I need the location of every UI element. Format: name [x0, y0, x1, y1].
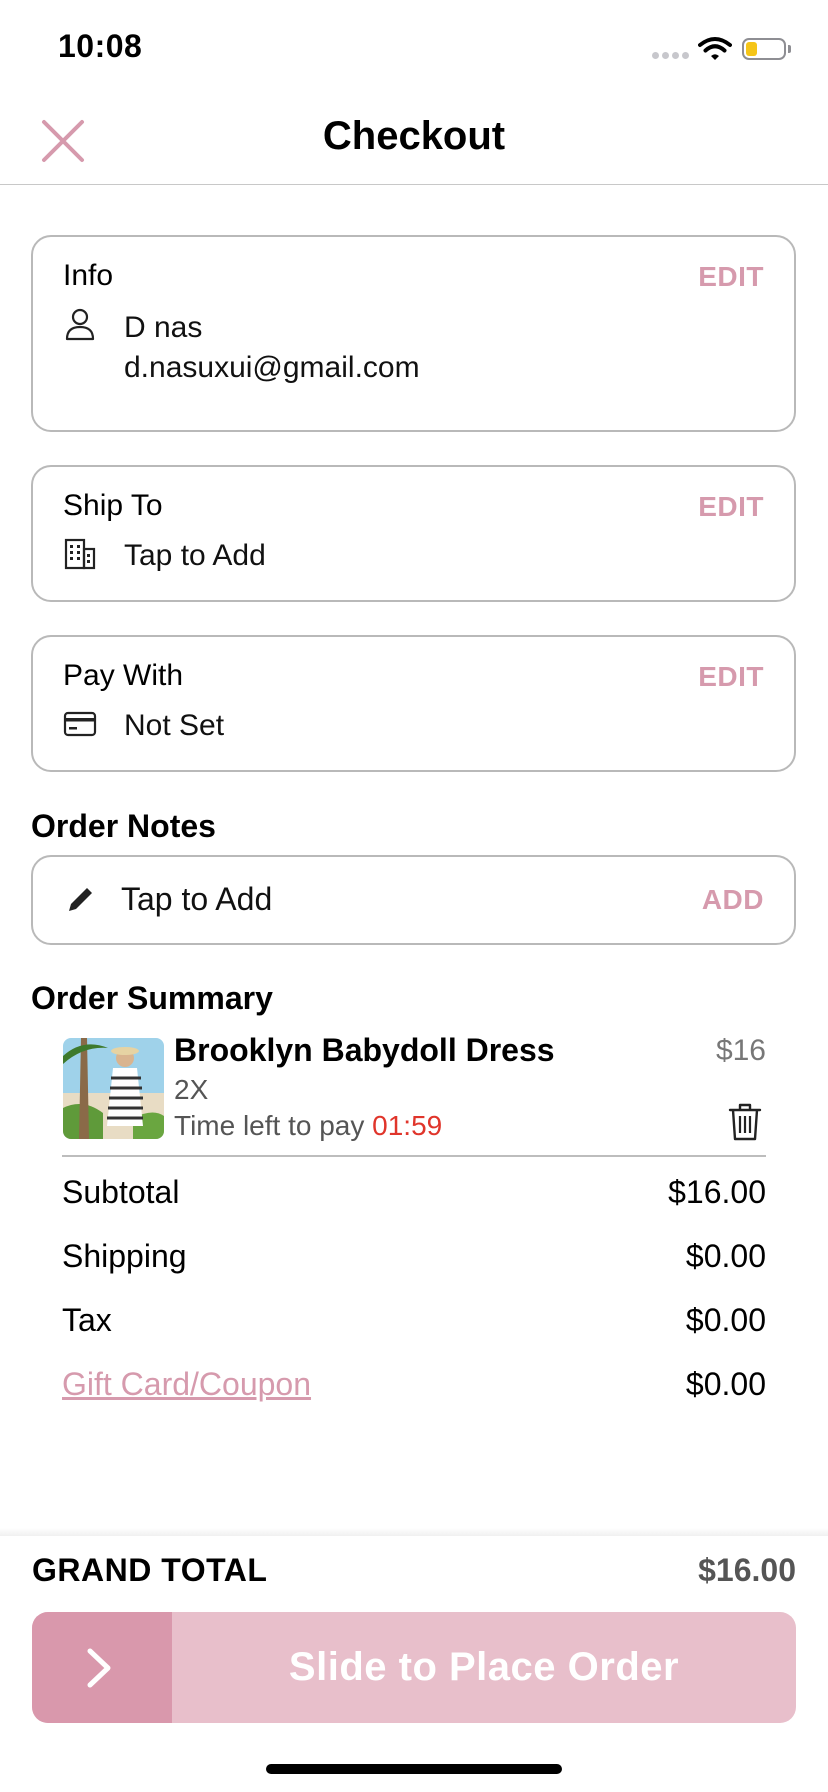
- ship-to-card[interactable]: Ship To EDIT Tap to Add: [31, 465, 796, 602]
- pay-with-edit-button[interactable]: EDIT: [698, 661, 764, 693]
- slide-to-place-order-label: Slide to Place Order: [288, 1645, 680, 1689]
- info-email: d.nasuxui@gmail.com: [124, 351, 420, 384]
- order-notes-add-button[interactable]: ADD: [702, 884, 764, 916]
- pay-with-value: Not Set: [124, 709, 225, 742]
- nav-divider: [0, 184, 828, 185]
- page-title: Checkout: [322, 114, 506, 158]
- gift-card-coupon-value: $0.00: [685, 1366, 766, 1402]
- product-name[interactable]: Brooklyn Babydoll Dress: [174, 1032, 555, 1069]
- subtotal-value: $16.00: [668, 1174, 766, 1210]
- order-notes-placeholder: Tap to Add: [121, 881, 273, 917]
- ship-to-value: Tap to Add: [124, 539, 266, 572]
- product-price: $16: [715, 1034, 766, 1067]
- shipping-value: $0.00: [685, 1238, 766, 1274]
- tax-label: Tax: [62, 1302, 112, 1338]
- info-name: D nas: [124, 311, 203, 344]
- info-card: Info EDIT D nas d.nasuxui@gmail.com: [31, 235, 796, 432]
- item-divider: [62, 1155, 766, 1157]
- ship-to-label: Ship To: [63, 489, 163, 522]
- footer-shadow: [0, 1528, 828, 1536]
- order-notes-title: Order Notes: [31, 808, 216, 844]
- person-icon: [65, 308, 95, 341]
- order-notes-field[interactable]: Tap to Add ADD: [31, 855, 796, 945]
- grand-total-value: $16.00: [698, 1552, 796, 1588]
- credit-card-icon: [63, 711, 97, 737]
- gift-card-coupon-link[interactable]: Gift Card/Coupon: [62, 1366, 311, 1403]
- countdown-timer: 01:59: [372, 1110, 443, 1141]
- grand-total-label: GRAND TOTAL: [32, 1552, 268, 1588]
- pencil-icon: [69, 888, 92, 911]
- shipping-label: Shipping: [62, 1238, 187, 1274]
- slider-handle[interactable]: [32, 1612, 172, 1723]
- order-summary-title: Order Summary: [31, 980, 273, 1016]
- info-label: Info: [63, 259, 114, 292]
- info-edit-button[interactable]: EDIT: [698, 261, 764, 293]
- cellular-signal-icon: [652, 52, 692, 60]
- building-icon: [64, 538, 96, 570]
- trash-icon[interactable]: [728, 1102, 762, 1142]
- chevron-right-icon: [87, 1648, 111, 1688]
- ship-to-edit-button[interactable]: EDIT: [698, 491, 764, 523]
- pay-with-card[interactable]: Pay With EDIT Not Set: [31, 635, 796, 772]
- slide-to-place-order[interactable]: Slide to Place Order: [32, 1612, 796, 1723]
- battery-icon: [742, 38, 786, 60]
- pay-with-label: Pay With: [63, 659, 184, 692]
- product-thumbnail[interactable]: [63, 1038, 164, 1139]
- status-time: 10:08: [58, 28, 143, 64]
- wifi-icon: [698, 37, 732, 60]
- time-left-to-pay: Time left to pay 01:59: [174, 1110, 442, 1142]
- time-left-label: Time left to pay: [174, 1110, 365, 1141]
- battery-tip: [788, 45, 791, 53]
- tax-value: $0.00: [685, 1302, 766, 1338]
- subtotal-label: Subtotal: [62, 1174, 180, 1210]
- home-indicator: [266, 1764, 562, 1774]
- product-size: 2X: [174, 1074, 209, 1105]
